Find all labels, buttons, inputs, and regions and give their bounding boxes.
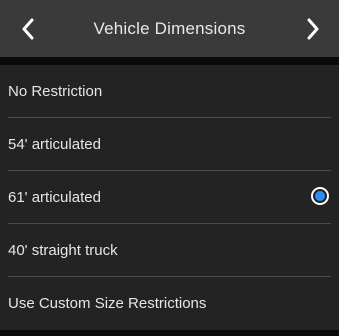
option-40-straight-truck[interactable]: 40' straight truck (0, 224, 339, 277)
option-61-articulated[interactable]: 61' articulated (0, 171, 339, 224)
option-label: 61' articulated (8, 189, 101, 206)
option-54-articulated[interactable]: 54' articulated (0, 118, 339, 171)
options-list: No Restriction 54' articulated 61' artic… (0, 65, 339, 330)
option-label: 54' articulated (8, 136, 101, 153)
option-label: 40' straight truck (8, 242, 118, 259)
back-button[interactable] (6, 0, 50, 57)
bottom-bar (0, 330, 339, 336)
option-custom-size[interactable]: Use Custom Size Restrictions (0, 277, 339, 330)
header-separator (0, 57, 339, 65)
option-no-restriction[interactable]: No Restriction (0, 65, 339, 118)
page-title: Vehicle Dimensions (93, 18, 246, 38)
header-bar: Vehicle Dimensions (0, 0, 339, 57)
vehicle-dimensions-screen: Vehicle Dimensions No Restriction 54' ar… (0, 0, 339, 336)
radio-dot (315, 191, 325, 201)
selected-radio-icon[interactable] (311, 187, 329, 205)
option-label: Use Custom Size Restrictions (8, 295, 207, 312)
chevron-right-icon (307, 18, 319, 39)
chevron-left-icon (22, 18, 34, 39)
option-label: No Restriction (8, 83, 103, 100)
forward-button[interactable] (291, 0, 335, 57)
